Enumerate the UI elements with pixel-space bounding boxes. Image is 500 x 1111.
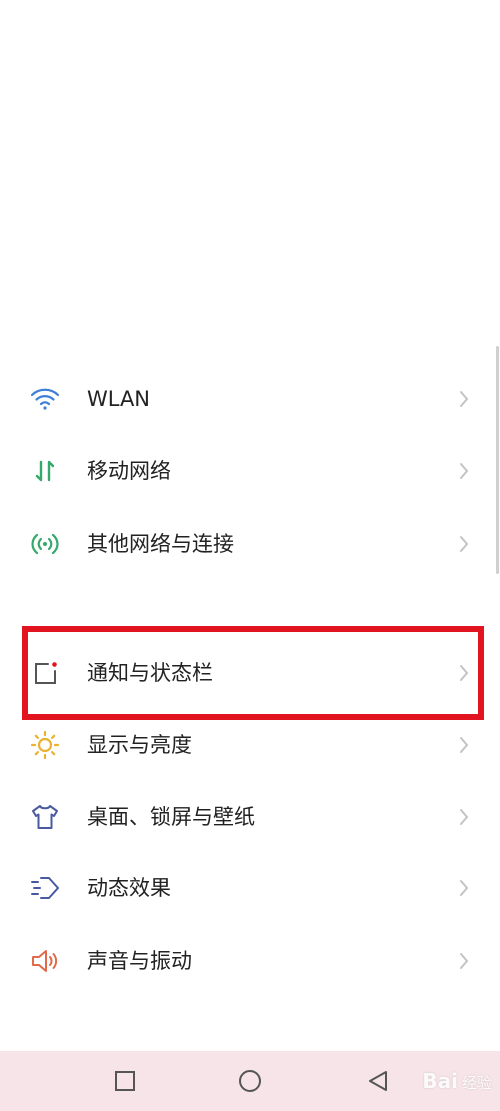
chevron-right-icon bbox=[457, 735, 471, 755]
dynamic-effect-icon bbox=[29, 873, 61, 903]
chevron-right-icon bbox=[457, 389, 471, 409]
chevron-right-icon bbox=[457, 951, 471, 971]
baidu-watermark: Bai 经验 bbox=[422, 1063, 492, 1099]
shirt-icon bbox=[29, 802, 61, 832]
mobile-data-icon bbox=[29, 456, 61, 486]
settings-item-sound-vibration[interactable]: 声音与振动 bbox=[0, 931, 500, 991]
settings-item-label: 其他网络与连接 bbox=[87, 532, 234, 556]
chevron-right-icon bbox=[457, 534, 471, 554]
chevron-right-icon bbox=[457, 807, 471, 827]
wifi-icon bbox=[29, 384, 61, 414]
settings-item-label: 移动网络 bbox=[87, 459, 171, 483]
settings-item-other-connections[interactable]: 其他网络与连接 bbox=[0, 514, 500, 574]
speaker-icon bbox=[29, 946, 61, 976]
watermark-suffix: 经验 bbox=[461, 1074, 492, 1092]
chevron-right-icon bbox=[457, 878, 471, 898]
back-icon[interactable] bbox=[366, 1069, 390, 1093]
settings-item-label: 动态效果 bbox=[87, 876, 171, 900]
chevron-right-icon bbox=[457, 461, 471, 481]
settings-item-label: 声音与振动 bbox=[87, 949, 192, 973]
highlight-box bbox=[22, 626, 484, 720]
settings-item-mobile-network[interactable]: 移动网络 bbox=[0, 441, 500, 501]
settings-item-label: WLAN bbox=[87, 387, 151, 411]
home-icon[interactable] bbox=[238, 1069, 262, 1093]
settings-item-wlan[interactable]: WLAN bbox=[0, 369, 500, 429]
settings-item-label: 桌面、锁屏与壁纸 bbox=[87, 805, 255, 829]
settings-item-label: 显示与亮度 bbox=[87, 733, 192, 757]
settings-item-display-brightness[interactable]: 显示与亮度 bbox=[0, 715, 500, 775]
navigation-bar: Bai 经验 bbox=[0, 1051, 500, 1111]
recent-apps-icon[interactable] bbox=[113, 1069, 137, 1093]
settings-item-desktop-lockscreen-wallpaper[interactable]: 桌面、锁屏与壁纸 bbox=[0, 787, 500, 847]
connection-icon bbox=[29, 529, 61, 559]
brightness-icon bbox=[29, 730, 61, 760]
watermark-brand: Bai bbox=[422, 1069, 458, 1093]
settings-item-dynamic-effects[interactable]: 动态效果 bbox=[0, 858, 500, 918]
